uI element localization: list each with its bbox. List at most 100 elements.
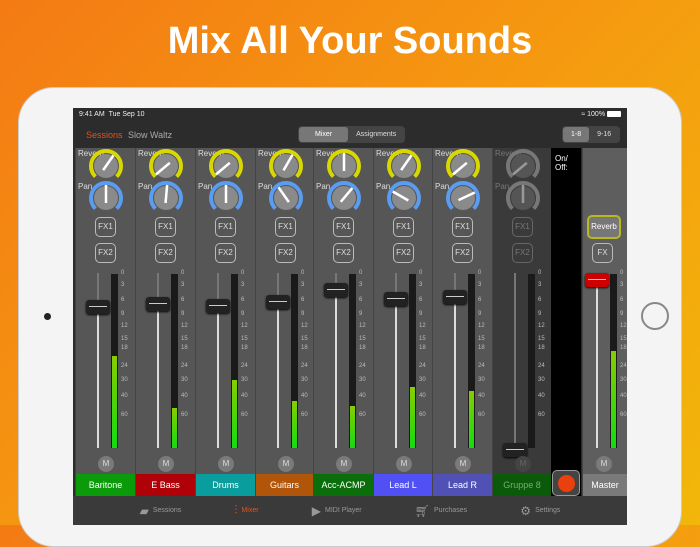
tab-sessions[interactable]: ▰ Sessions xyxy=(140,504,182,518)
channel-name[interactable]: Guitars xyxy=(256,474,313,496)
db-tick: 3 xyxy=(359,282,363,289)
reverb-knob[interactable] xyxy=(208,148,244,184)
fader-track[interactable] xyxy=(514,273,516,448)
db-tick: 18 xyxy=(121,344,128,351)
mute-button[interactable]: M xyxy=(336,456,352,472)
tab-label: Sessions xyxy=(152,507,182,514)
headline: Mix All Your Sounds xyxy=(167,20,533,62)
pan-knob[interactable] xyxy=(386,180,422,216)
db-tick: 40 xyxy=(620,392,627,399)
fader-track[interactable] xyxy=(596,273,598,448)
bank-9-16[interactable]: 9-16 xyxy=(589,127,619,142)
tab-purchases[interactable]: 🛒︎ Purchases xyxy=(415,504,467,518)
fx2-button[interactable]: FX2 xyxy=(333,243,354,263)
mute-button[interactable]: M xyxy=(596,456,612,472)
tab-midi-player[interactable]: ▶ MIDI Player xyxy=(312,504,362,518)
fx1-button[interactable]: FX1 xyxy=(215,217,236,237)
channel-name[interactable]: Baritone xyxy=(76,474,135,496)
tab-mixer[interactable]: ⫶ Mixer xyxy=(234,503,258,518)
reverb-knob[interactable] xyxy=(445,148,481,184)
level-meter xyxy=(291,274,298,448)
fx1-button[interactable]: FX1 xyxy=(452,217,473,237)
mute-button[interactable]: M xyxy=(455,456,471,472)
channel-strip: Reverb Pan FX1 FX2 0 3 6 9 12 15 18 24 30 40 60 M … xyxy=(135,148,195,496)
mute-button[interactable]: M xyxy=(98,456,114,472)
fader-handle[interactable] xyxy=(266,295,290,310)
master-name[interactable]: Master xyxy=(583,474,627,496)
db-tick: 60 xyxy=(181,412,188,419)
db-tick: 24 xyxy=(241,362,248,369)
reverb-knob[interactable] xyxy=(148,148,184,184)
pan-knob[interactable] xyxy=(445,180,481,216)
db-tick: 12 xyxy=(181,323,188,330)
fx1-button[interactable]: FX1 xyxy=(333,217,354,237)
fader-handle[interactable] xyxy=(146,296,170,311)
fx2-button[interactable]: FX2 xyxy=(393,243,414,263)
db-tick: 40 xyxy=(538,392,545,399)
fx1-button[interactable]: FX1 xyxy=(155,217,176,237)
channel-name[interactable]: Gruppe 8 xyxy=(493,474,551,496)
db-tick: 60 xyxy=(538,412,545,419)
db-tick: 3 xyxy=(241,282,245,289)
tab-assignments[interactable]: Assignments xyxy=(348,127,404,142)
reverb-knob[interactable] xyxy=(505,148,541,184)
fader-handle[interactable] xyxy=(443,290,467,304)
db-tick: 60 xyxy=(419,412,426,419)
reverb-knob[interactable] xyxy=(386,148,422,184)
db-scale: 0 3 6 9 12 15 18 24 30 40 60 xyxy=(179,270,195,448)
db-tick: 9 xyxy=(241,310,245,317)
reverb-knob[interactable] xyxy=(268,148,304,184)
battery: 100% xyxy=(587,111,606,118)
fx1-button[interactable]: FX1 xyxy=(275,217,296,237)
reverb-knob[interactable] xyxy=(326,148,362,184)
song-title: Slow Waltz xyxy=(128,130,173,140)
channel-name[interactable]: Lead R xyxy=(433,474,492,496)
fader-handle[interactable] xyxy=(384,291,408,306)
db-tick: 15 xyxy=(620,335,627,342)
fx2-button[interactable]: FX2 xyxy=(275,243,296,263)
db-tick: 6 xyxy=(419,296,423,303)
fader-handle[interactable] xyxy=(206,298,230,313)
fx2-button[interactable]: FX2 xyxy=(215,243,236,263)
mute-button[interactable]: M xyxy=(515,456,531,472)
tab-label: Settings xyxy=(535,507,561,514)
fader-handle[interactable] xyxy=(503,443,527,457)
db-tick: 0 xyxy=(538,270,542,276)
header: Sessions Slow Waltz Mixer Assignments 1-… xyxy=(73,122,627,148)
pan-knob[interactable] xyxy=(268,180,304,216)
channel-name[interactable]: Drums xyxy=(196,474,255,496)
sessions-link[interactable]: Sessions xyxy=(86,130,123,140)
fader-handle[interactable] xyxy=(585,273,609,287)
bank-1-8[interactable]: 1-8 xyxy=(563,127,590,142)
mute-button[interactable]: M xyxy=(396,456,412,472)
pan-knob[interactable] xyxy=(505,180,541,216)
fader-handle[interactable] xyxy=(324,283,348,298)
fx2-button[interactable]: FX2 xyxy=(95,243,116,263)
fx1-button[interactable]: FX1 xyxy=(393,217,414,237)
fx2-button[interactable]: FX2 xyxy=(155,243,176,263)
fx1-button[interactable]: FX1 xyxy=(512,217,533,237)
pan-knob[interactable] xyxy=(208,180,244,216)
pan-knob[interactable] xyxy=(88,180,124,216)
tab-mixer[interactable]: Mixer xyxy=(299,127,349,142)
mute-button[interactable]: M xyxy=(158,456,174,472)
pan-knob[interactable] xyxy=(326,180,362,216)
db-tick: 15 xyxy=(538,335,545,342)
channel-name[interactable]: E Bass xyxy=(136,474,195,496)
channel-name[interactable]: Lead L xyxy=(374,474,432,496)
pan-knob[interactable] xyxy=(148,180,184,216)
db-tick: 30 xyxy=(359,376,366,383)
tab-settings[interactable]: ⚙ Settings xyxy=(520,504,560,518)
fader-handle[interactable] xyxy=(86,300,110,315)
mute-button[interactable]: M xyxy=(218,456,234,472)
db-scale: 0 3 6 9 12 15 18 24 30 40 60 xyxy=(357,270,373,448)
record-button[interactable] xyxy=(552,470,580,496)
fx1-button[interactable]: FX1 xyxy=(95,217,116,237)
fx2-button[interactable]: FX2 xyxy=(452,243,473,263)
db-tick: 0 xyxy=(419,270,423,276)
reverb-knob[interactable] xyxy=(88,148,124,184)
fx2-button[interactable]: FX2 xyxy=(512,243,533,263)
mute-button[interactable]: M xyxy=(278,456,294,472)
channel-name[interactable]: Acc-ACMP xyxy=(314,474,373,496)
fader-track[interactable] xyxy=(335,273,337,448)
